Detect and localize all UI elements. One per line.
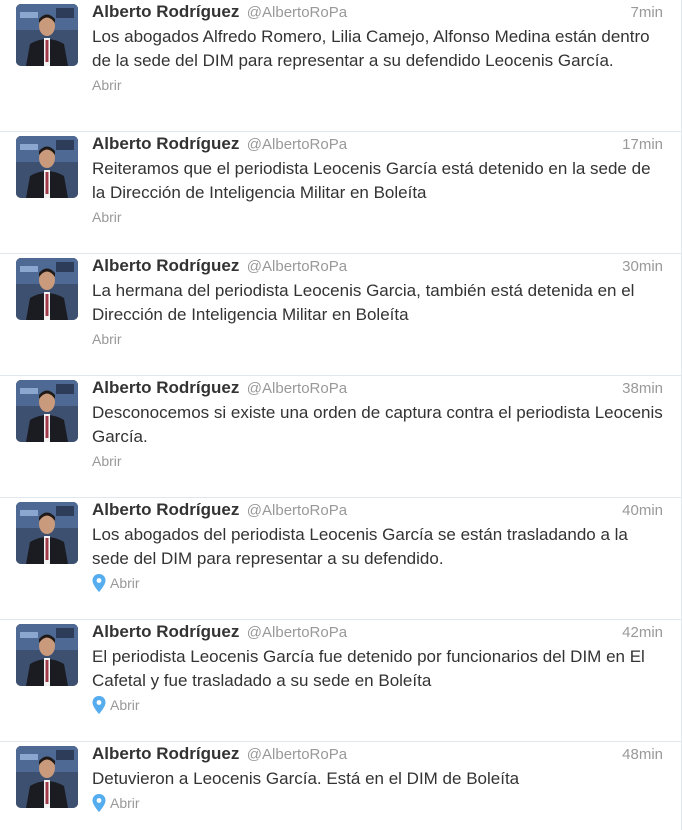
avatar[interactable] — [16, 624, 78, 686]
fullname[interactable]: Alberto Rodríguez — [92, 378, 239, 397]
username[interactable]: @AlbertoRoPa — [247, 624, 347, 641]
tweet-header: Alberto Rodríguez @AlbertoRoPa 30min — [92, 256, 663, 278]
tweet-header: Alberto Rodríguez @AlbertoRoPa 40min — [92, 500, 663, 522]
open-button[interactable]: Abrir — [92, 209, 122, 225]
location-pin-icon[interactable] — [92, 696, 106, 714]
tweet-footer: Abrir — [92, 573, 663, 593]
tweet[interactable]: Alberto Rodríguez @AlbertoRoPa 42min El … — [0, 620, 681, 742]
avatar[interactable] — [16, 502, 78, 564]
tweet[interactable]: Alberto Rodríguez @AlbertoRoPa 30min La … — [0, 254, 681, 376]
fullname[interactable]: Alberto Rodríguez — [92, 500, 239, 519]
avatar[interactable] — [16, 746, 78, 808]
timestamp[interactable]: 40min — [622, 502, 663, 519]
tweet-text: Los abogados del periodista Leocenis Gar… — [92, 525, 628, 568]
open-button[interactable]: Abrir — [110, 697, 140, 713]
tweet-text: Desconocemos si existe una orden de capt… — [92, 403, 663, 446]
timestamp[interactable]: 7min — [630, 4, 663, 21]
tweet-header: Alberto Rodríguez @AlbertoRoPa 42min — [92, 622, 663, 644]
fullname[interactable]: Alberto Rodríguez — [92, 2, 239, 21]
open-button[interactable]: Abrir — [92, 453, 122, 469]
username[interactable]: @AlbertoRoPa — [247, 136, 347, 153]
tweet[interactable]: Alberto Rodríguez @AlbertoRoPa 48min Det… — [0, 742, 681, 830]
tweet-content: Alberto Rodríguez @AlbertoRoPa 40min Los… — [92, 500, 663, 593]
avatar[interactable] — [16, 4, 78, 66]
tweet[interactable]: Alberto Rodríguez @AlbertoRoPa 38min Des… — [0, 376, 681, 498]
location-pin-icon[interactable] — [92, 574, 106, 592]
tweet-header: Alberto Rodríguez @AlbertoRoPa 17min — [92, 134, 663, 156]
tweet-content: Alberto Rodríguez @AlbertoRoPa 30min La … — [92, 256, 663, 349]
tweet-footer: Abrir — [92, 451, 663, 471]
avatar[interactable] — [16, 136, 78, 198]
open-button[interactable]: Abrir — [110, 575, 140, 591]
tweet-content: Alberto Rodríguez @AlbertoRoPa 38min Des… — [92, 378, 663, 471]
tweet-header: Alberto Rodríguez @AlbertoRoPa 38min — [92, 378, 663, 400]
tweet-text: El periodista Leocenis García fue deteni… — [92, 647, 645, 690]
username[interactable]: @AlbertoRoPa — [247, 502, 347, 519]
location-pin-icon[interactable] — [92, 794, 106, 812]
tweet-footer: Abrir — [92, 329, 663, 349]
tweet-content: Alberto Rodríguez @AlbertoRoPa 7min Los … — [92, 2, 663, 95]
tweet[interactable]: Alberto Rodríguez @AlbertoRoPa 7min Los … — [0, 0, 681, 132]
fullname[interactable]: Alberto Rodríguez — [92, 622, 239, 641]
tweet-footer: Abrir — [92, 75, 663, 95]
timestamp[interactable]: 48min — [622, 746, 663, 763]
fullname[interactable]: Alberto Rodríguez — [92, 744, 239, 763]
tweet-content: Alberto Rodríguez @AlbertoRoPa 17min Rei… — [92, 134, 663, 227]
tweet-text: Los abogados Alfredo Romero, Lilia Camej… — [92, 27, 650, 70]
tweet-content: Alberto Rodríguez @AlbertoRoPa 42min El … — [92, 622, 663, 715]
tweet-header: Alberto Rodríguez @AlbertoRoPa 48min — [92, 744, 663, 766]
timestamp[interactable]: 42min — [622, 624, 663, 641]
username[interactable]: @AlbertoRoPa — [247, 258, 347, 275]
username[interactable]: @AlbertoRoPa — [247, 746, 347, 763]
timestamp[interactable]: 30min — [622, 258, 663, 275]
tweet[interactable]: Alberto Rodríguez @AlbertoRoPa 17min Rei… — [0, 132, 681, 254]
open-button[interactable]: Abrir — [110, 795, 140, 811]
timestamp[interactable]: 17min — [622, 136, 663, 153]
tweet-text: Detuvieron a Leocenis García. Está en el… — [92, 769, 520, 788]
tweet-content: Alberto Rodríguez @AlbertoRoPa 48min Det… — [92, 744, 663, 813]
username[interactable]: @AlbertoRoPa — [247, 4, 347, 21]
open-button[interactable]: Abrir — [92, 77, 122, 93]
tweet[interactable]: Alberto Rodríguez @AlbertoRoPa 40min Los… — [0, 498, 681, 620]
open-button[interactable]: Abrir — [92, 331, 122, 347]
avatar[interactable] — [16, 380, 78, 442]
fullname[interactable]: Alberto Rodríguez — [92, 256, 239, 275]
tweet-header: Alberto Rodríguez @AlbertoRoPa 7min — [92, 2, 663, 24]
tweet-footer: Abrir — [92, 695, 663, 715]
fullname[interactable]: Alberto Rodríguez — [92, 134, 239, 153]
tweet-text: Reiteramos que el periodista Leocenis Ga… — [92, 159, 651, 202]
timestamp[interactable]: 38min — [622, 380, 663, 397]
tweet-timeline: Alberto Rodríguez @AlbertoRoPa 7min Los … — [0, 0, 682, 830]
tweet-footer: Abrir — [92, 207, 663, 227]
tweet-footer: Abrir — [92, 793, 663, 813]
tweet-text: La hermana del periodista Leocenis Garci… — [92, 281, 635, 324]
avatar[interactable] — [16, 258, 78, 320]
username[interactable]: @AlbertoRoPa — [247, 380, 347, 397]
